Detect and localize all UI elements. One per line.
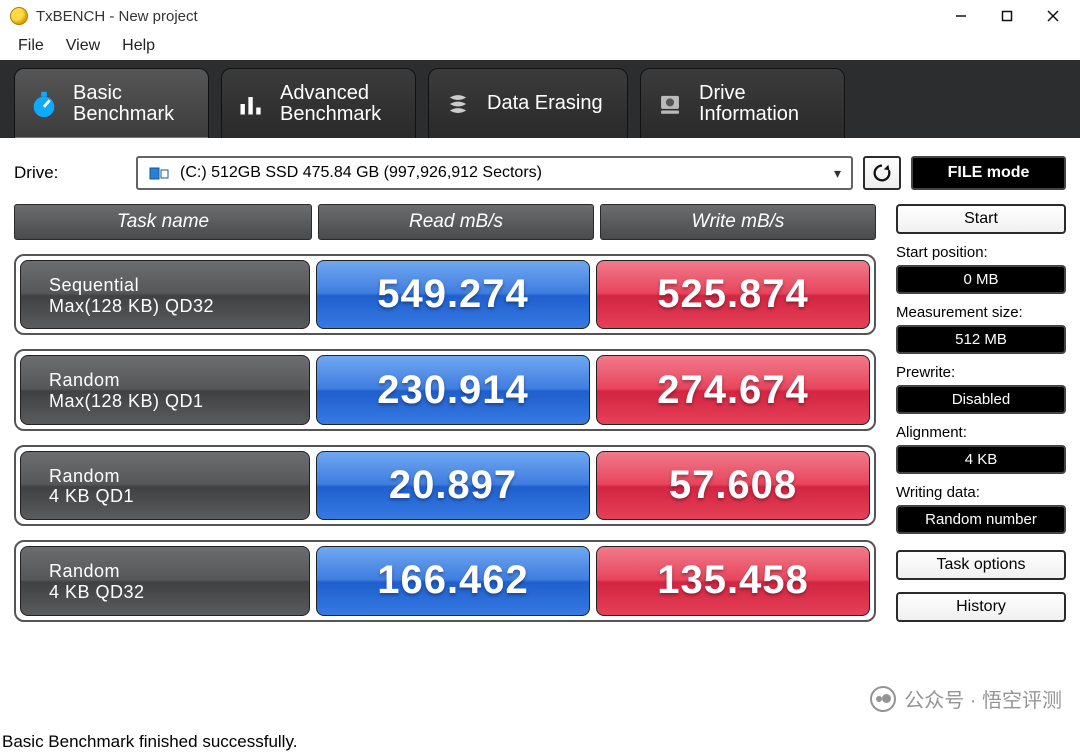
watermark: 公众号 · 悟空评测 <box>870 684 1062 713</box>
menu-file[interactable]: File <box>8 35 54 57</box>
write-value: 57.608 <box>596 451 870 520</box>
prewrite-value[interactable]: Disabled <box>896 385 1066 414</box>
tab-advanced-benchmark[interactable]: AdvancedBenchmark <box>221 68 416 138</box>
tab-drive-information[interactable]: DriveInformation <box>640 68 845 138</box>
erase-icon <box>443 89 473 119</box>
benchmark-table: Task name Read mB/s Write mB/s Sequentia… <box>14 204 876 622</box>
startpos-value[interactable]: 0 MB <box>896 265 1066 294</box>
writingdata-label: Writing data: <box>896 484 1066 501</box>
alignment-value[interactable]: 4 KB <box>896 445 1066 474</box>
maximize-button[interactable] <box>984 1 1030 31</box>
wechat-icon <box>870 686 896 712</box>
startpos-label: Start position: <box>896 244 1066 261</box>
bars-icon <box>236 89 266 119</box>
status-text: Basic Benchmark finished successfully. <box>2 732 297 752</box>
tab-data-erasing[interactable]: Data Erasing <box>428 68 628 138</box>
drive-select[interactable]: (C:) 512GB SSD 475.84 GB (997,926,912 Se… <box>136 156 853 190</box>
side-panel: Start Start position: 0 MB Measurement s… <box>896 204 1066 622</box>
task-options-button[interactable]: Task options <box>896 550 1066 580</box>
menu-help[interactable]: Help <box>112 35 165 57</box>
read-value: 549.274 <box>316 260 590 329</box>
col-read: Read mB/s <box>318 204 594 240</box>
tabstrip: BasicBenchmark AdvancedBenchmark Data Er… <box>0 60 1080 138</box>
menubar: File View Help <box>0 32 1080 60</box>
tab-label-1: Basic <box>73 83 174 104</box>
write-value: 135.458 <box>596 546 870 615</box>
write-value: 274.674 <box>596 355 870 424</box>
start-button[interactable]: Start <box>896 204 1066 234</box>
table-header-row: Task name Read mB/s Write mB/s <box>14 204 876 240</box>
meassize-label: Measurement size: <box>896 304 1066 321</box>
file-mode-button[interactable]: FILE mode <box>911 156 1066 190</box>
writingdata-value[interactable]: Random number <box>896 505 1066 534</box>
table-row: Random4 KB QD1 20.897 57.608 <box>14 445 876 526</box>
prewrite-label: Prewrite: <box>896 364 1066 381</box>
tab-basic-benchmark[interactable]: BasicBenchmark <box>14 68 209 138</box>
read-value: 166.462 <box>316 546 590 615</box>
refresh-icon <box>871 162 893 184</box>
drive-device-icon <box>148 164 172 182</box>
write-value: 525.874 <box>596 260 870 329</box>
read-value: 230.914 <box>316 355 590 424</box>
menu-view[interactable]: View <box>56 35 110 57</box>
drive-icon <box>655 89 685 119</box>
col-write: Write mB/s <box>600 204 876 240</box>
drive-bar: Drive: (C:) 512GB SSD 475.84 GB (997,926… <box>0 138 1080 204</box>
close-button[interactable] <box>1030 1 1076 31</box>
refresh-button[interactable] <box>863 156 901 190</box>
task-name: SequentialMax(128 KB) QD32 <box>20 260 310 329</box>
titlebar: TxBENCH - New project <box>0 0 1080 32</box>
app-icon <box>10 7 28 25</box>
chevron-down-icon: ▾ <box>834 165 841 182</box>
history-button[interactable]: History <box>896 592 1066 622</box>
read-value: 20.897 <box>316 451 590 520</box>
task-name: Random4 KB QD32 <box>20 546 310 615</box>
table-row: SequentialMax(128 KB) QD32 549.274 525.8… <box>14 254 876 335</box>
task-name: RandomMax(128 KB) QD1 <box>20 355 310 424</box>
alignment-label: Alignment: <box>896 424 1066 441</box>
window-title: TxBENCH - New project <box>36 8 938 25</box>
table-row: RandomMax(128 KB) QD1 230.914 274.674 <box>14 349 876 430</box>
table-row: Random4 KB QD32 166.462 135.458 <box>14 540 876 621</box>
col-task: Task name <box>14 204 312 240</box>
minimize-button[interactable] <box>938 1 984 31</box>
meassize-value[interactable]: 512 MB <box>896 325 1066 354</box>
drive-label: Drive: <box>14 163 126 183</box>
tab-label-2: Benchmark <box>73 104 174 125</box>
stopwatch-icon <box>29 89 59 119</box>
drive-select-text: (C:) 512GB SSD 475.84 GB (997,926,912 Se… <box>180 164 542 182</box>
task-name: Random4 KB QD1 <box>20 451 310 520</box>
